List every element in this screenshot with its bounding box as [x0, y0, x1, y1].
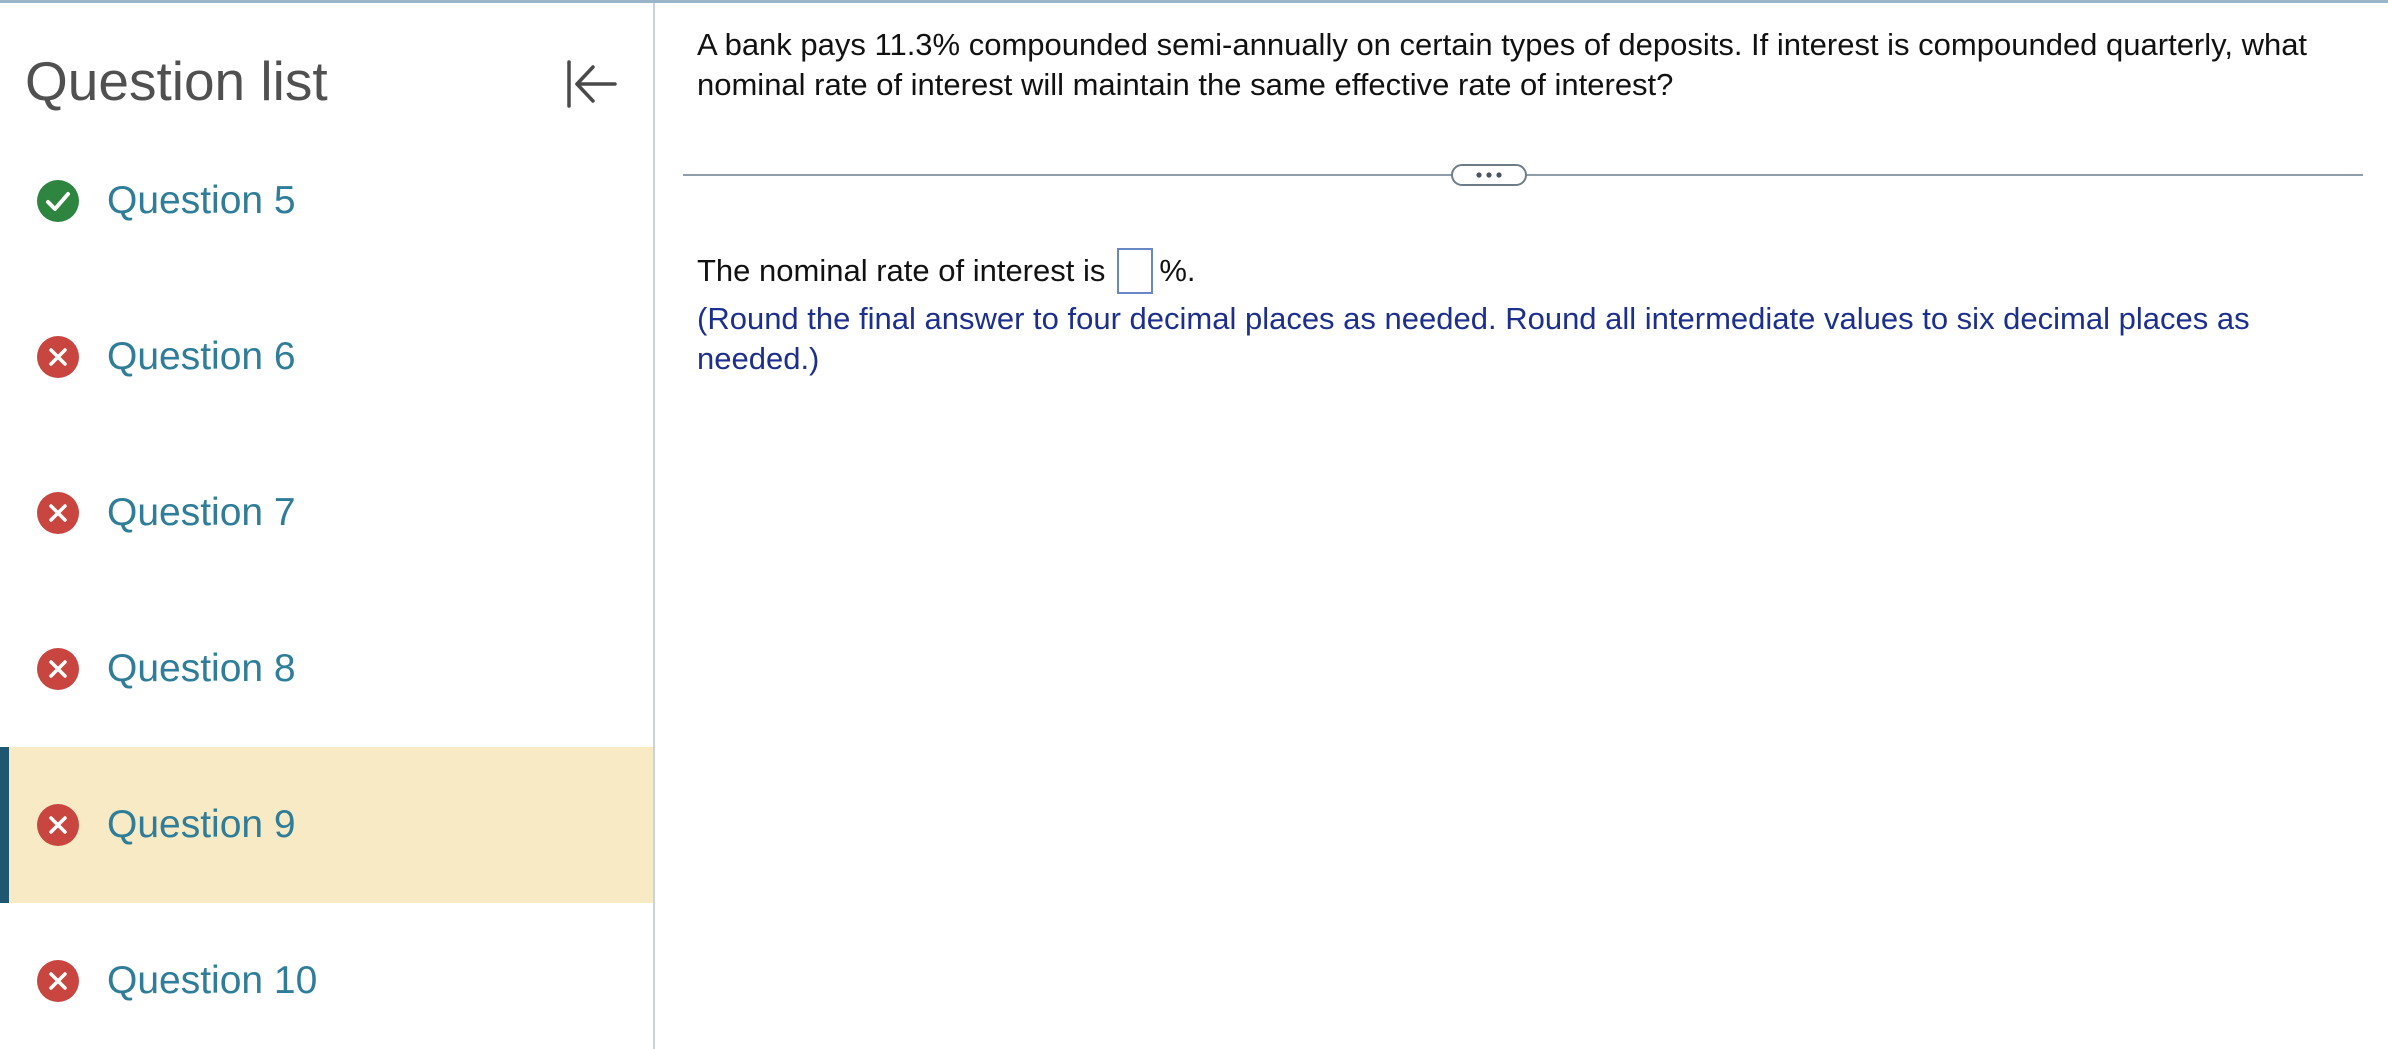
- question-item-5[interactable]: Question 5: [0, 123, 653, 279]
- question-item-9[interactable]: Question 9: [0, 747, 653, 903]
- sidebar-title: Question list: [25, 50, 328, 112]
- x-circle-icon: [37, 336, 79, 378]
- question-item-label: Question 5: [107, 179, 296, 222]
- collapse-sidebar-button[interactable]: [556, 51, 626, 117]
- x-circle-icon: [37, 648, 79, 690]
- active-item-accent: [0, 747, 9, 903]
- collapse-left-icon: [567, 60, 617, 108]
- question-prompt: A bank pays 11.3% compounded semi-annual…: [697, 27, 2308, 102]
- question-list-sidebar: Question list Question 5 Question 6 Ques…: [0, 3, 655, 1049]
- question-list: Question 5 Question 6 Question 7 Questio…: [0, 123, 653, 1049]
- question-item-label: Question 7: [107, 491, 296, 534]
- question-item-10[interactable]: Question 10: [0, 903, 653, 1049]
- expand-question-button[interactable]: [1451, 164, 1527, 186]
- question-item-label: Question 10: [107, 959, 318, 1002]
- question-panel: A bank pays 11.3% compounded semi-annual…: [655, 3, 2388, 1049]
- rounding-instructions: (Round the final answer to four decimal …: [697, 301, 2250, 376]
- check-circle-icon: [37, 180, 79, 222]
- question-item-label: Question 9: [107, 803, 296, 846]
- question-item-label: Question 8: [107, 647, 296, 690]
- answer-suffix: %.: [1159, 253, 1196, 288]
- answer-input[interactable]: [1117, 248, 1154, 294]
- question-item-7[interactable]: Question 7: [0, 435, 653, 591]
- question-item-label: Question 6: [107, 335, 296, 378]
- question-item-8[interactable]: Question 8: [0, 591, 653, 747]
- x-circle-icon: [37, 960, 79, 1002]
- more-horizontal-icon: [1476, 172, 1502, 178]
- x-circle-icon: [37, 492, 79, 534]
- answer-line: The nominal rate of interest is %.: [697, 246, 1196, 296]
- answer-prefix: The nominal rate of interest is: [697, 253, 1106, 288]
- question-item-6[interactable]: Question 6: [0, 279, 653, 435]
- x-circle-icon: [37, 804, 79, 846]
